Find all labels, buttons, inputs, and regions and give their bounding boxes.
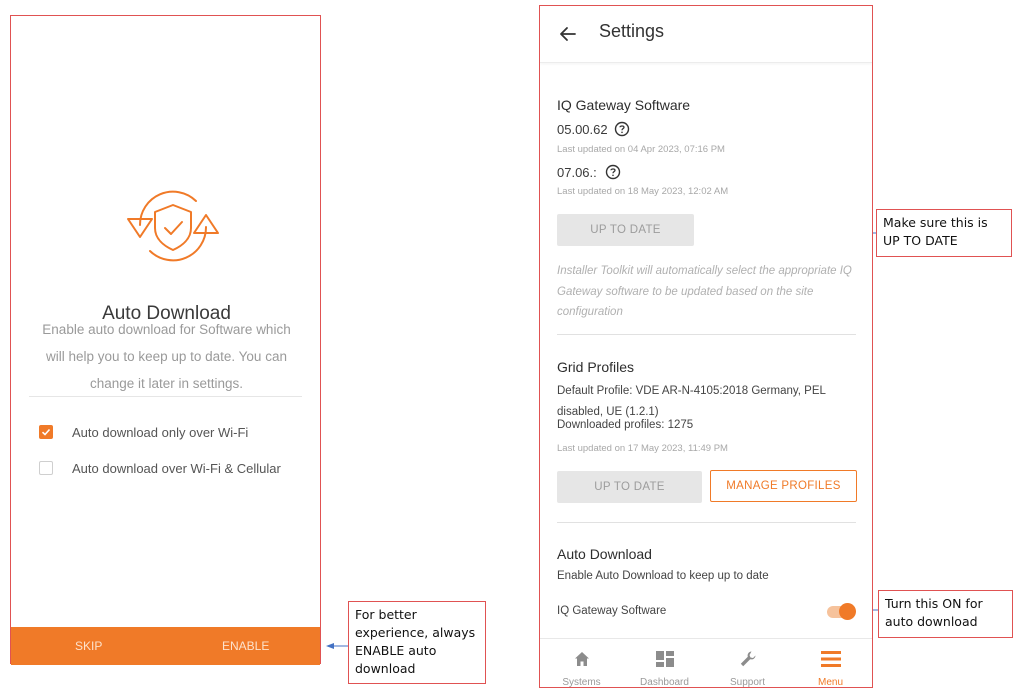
gateway-version-2: 07.06.: bbox=[557, 164, 621, 180]
menu-icon bbox=[820, 651, 841, 667]
toggle-knob bbox=[839, 603, 856, 620]
nav-systems[interactable]: Systems bbox=[540, 639, 623, 688]
callout-enable-auto-download: For better experience, always ENABLE aut… bbox=[348, 601, 486, 684]
auto-download-section-title: Auto Download bbox=[557, 546, 652, 562]
grid-profiles-title: Grid Profiles bbox=[557, 359, 635, 375]
software-note: Installer Toolkit will automatically sel… bbox=[557, 265, 852, 318]
nav-support[interactable]: Support bbox=[706, 639, 789, 688]
option-wifi-cellular[interactable]: Auto download over Wi-Fi & Cellular bbox=[39, 459, 281, 477]
nav-dashboard[interactable]: Dashboard bbox=[623, 639, 706, 688]
downloaded-profiles-text: Downloaded profiles: 1275 bbox=[557, 419, 694, 431]
gateway-version-1: 05.00.62 bbox=[557, 121, 630, 137]
skip-button[interactable]: SKIP bbox=[75, 627, 102, 665]
gateway-software-toggle-label: IQ Gateway Software bbox=[557, 605, 667, 617]
checkbox-checked-icon[interactable] bbox=[39, 425, 53, 439]
bottom-nav: Systems Dashboard Support Menu bbox=[540, 638, 872, 688]
version-1-text: 05.00.62 bbox=[557, 121, 608, 137]
auto-download-screen: Auto Download Enable auto download for S… bbox=[10, 15, 321, 665]
shield-sync-icon bbox=[127, 190, 219, 262]
divider bbox=[29, 396, 302, 397]
version-1-updated: Last updated on 04 Apr 2023, 07:16 PM bbox=[557, 144, 725, 155]
auto-download-toggle[interactable] bbox=[827, 602, 856, 620]
nav-menu-label: Menu bbox=[817, 677, 843, 688]
nav-systems-label: Systems bbox=[562, 677, 601, 688]
callout-up-to-date: Make sure this is UP TO DATE bbox=[876, 209, 1012, 257]
back-arrow-icon[interactable] bbox=[558, 24, 578, 44]
nav-dashboard-label: Dashboard bbox=[640, 677, 689, 688]
dashboard-icon bbox=[655, 651, 674, 667]
nav-menu[interactable]: Menu bbox=[789, 639, 872, 688]
version-2-updated: Last updated on 18 May 2023, 12:02 AM bbox=[557, 186, 729, 197]
divider bbox=[557, 334, 856, 335]
settings-screen: Settings IQ Gateway Software 05.00.62 La… bbox=[539, 5, 873, 688]
gateway-software-title: IQ Gateway Software bbox=[557, 97, 691, 113]
auto-download-description: Enable auto download for Software which … bbox=[42, 322, 291, 391]
home-icon bbox=[574, 652, 589, 666]
header: Settings bbox=[540, 6, 872, 63]
software-up-to-date-button[interactable]: UP TO DATE bbox=[557, 214, 694, 246]
checkbox-unchecked-icon[interactable] bbox=[39, 461, 53, 475]
callout-turn-on: Turn this ON for auto download bbox=[878, 590, 1013, 638]
nav-support-label: Support bbox=[729, 677, 766, 688]
option-wifi-only-label: Auto download only over Wi-Fi bbox=[72, 424, 249, 440]
default-profile-text: Default Profile: VDE AR-N-4105:2018 Germ… bbox=[557, 385, 826, 418]
help-icon[interactable] bbox=[614, 121, 630, 137]
auto-download-action-bar: SKIP ENABLE bbox=[11, 627, 320, 665]
option-wifi-cellular-label: Auto download over Wi-Fi & Cellular bbox=[72, 460, 281, 476]
divider bbox=[557, 522, 856, 523]
wrench-icon bbox=[740, 651, 755, 667]
grid-up-to-date-button[interactable]: UP TO DATE bbox=[557, 471, 702, 503]
help-icon[interactable] bbox=[605, 164, 621, 180]
grid-profiles-updated: Last updated on 17 May 2023, 11:49 PM bbox=[557, 443, 728, 454]
page-title: Settings bbox=[599, 21, 665, 41]
version-2-text: 07.06.: bbox=[557, 164, 597, 180]
option-wifi-only[interactable]: Auto download only over Wi-Fi bbox=[39, 423, 248, 441]
auto-download-section-description: Enable Auto Download to keep up to date bbox=[557, 570, 769, 582]
manage-profiles-button[interactable]: MANAGE PROFILES bbox=[710, 470, 857, 502]
enable-button[interactable]: ENABLE bbox=[222, 627, 269, 665]
